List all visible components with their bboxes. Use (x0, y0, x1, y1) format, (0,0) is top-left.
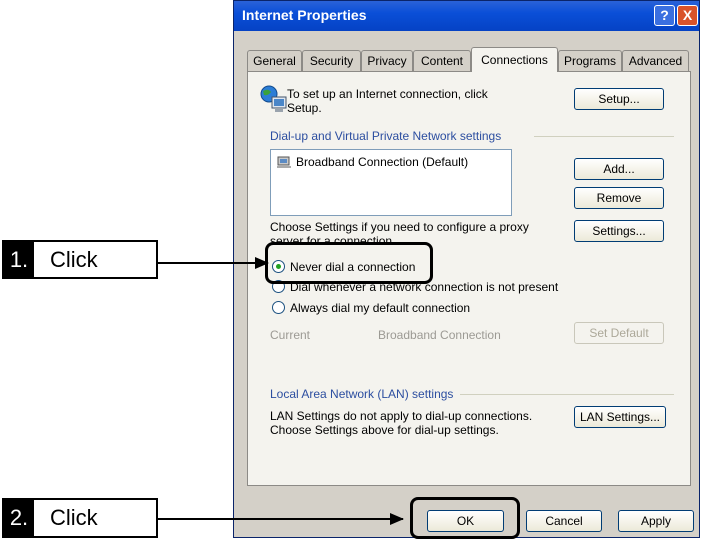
tab-connections[interactable]: Connections (471, 47, 558, 72)
highlight-ok-button (410, 497, 520, 539)
arrow-2-line (158, 518, 403, 520)
arrow-1-head (255, 257, 269, 269)
globe-computer-icon (259, 85, 289, 115)
proxy-text-line1: Choose Settings if you need to configure… (270, 220, 529, 234)
setup-button[interactable]: Setup... (574, 88, 664, 110)
setup-text-line2: Setup. (287, 101, 322, 115)
help-button[interactable]: ? (654, 5, 675, 26)
lan-text-line1: LAN Settings do not apply to dial-up con… (270, 409, 533, 423)
callout-step-1-number: 1. (4, 242, 34, 277)
radio-always-dial[interactable]: Always dial my default connection (272, 300, 532, 316)
tab-programs[interactable]: Programs (558, 50, 622, 71)
lan-text-line2: Choose Settings above for dial-up settin… (270, 423, 499, 437)
radio-always-dial-label: Always dial my default connection (290, 301, 471, 315)
callout-step-1-label: Click (50, 247, 98, 272)
arrow-2-head (390, 513, 404, 525)
broadband-connection-icon (276, 154, 292, 170)
current-label: Current (270, 328, 311, 342)
close-button[interactable]: X (677, 5, 698, 26)
radio-always-dial-button[interactable] (272, 301, 285, 314)
callout-step-1: 1. Click (2, 240, 158, 279)
lan-group-divider (460, 394, 674, 395)
tab-general[interactable]: General (247, 50, 302, 71)
lan-group-label: Local Area Network (LAN) settings (270, 387, 454, 401)
callout-step-2: 2. Click (2, 498, 158, 538)
settings-button[interactable]: Settings... (574, 220, 664, 242)
tab-security[interactable]: Security (302, 50, 361, 71)
tab-privacy[interactable]: Privacy (361, 50, 413, 71)
connections-listbox[interactable]: Broadband Connection (Default) (270, 149, 512, 216)
highlight-never-dial (265, 242, 433, 284)
callout-step-2-number: 2. (4, 500, 34, 536)
set-default-button[interactable]: Set Default (574, 322, 664, 344)
remove-button[interactable]: Remove (574, 187, 664, 209)
callout-step-2-label: Click (50, 505, 98, 530)
apply-button[interactable]: Apply (618, 510, 694, 532)
dialup-group-label: Dial-up and Virtual Private Network sett… (270, 129, 502, 143)
cancel-button[interactable]: Cancel (526, 510, 602, 532)
window-title: Internet Properties (242, 7, 367, 23)
arrow-1-stub (158, 262, 178, 264)
add-button[interactable]: Add... (574, 158, 664, 180)
tab-advanced[interactable]: Advanced (622, 50, 689, 71)
dialup-group-divider (534, 136, 674, 137)
title-bar[interactable]: Internet Properties ? X (234, 1, 699, 31)
current-connection-value: Broadband Connection (378, 328, 501, 342)
tab-content[interactable]: Content (413, 50, 471, 71)
lan-settings-button[interactable]: LAN Settings... (574, 406, 666, 428)
connection-name: Broadband Connection (Default) (296, 155, 469, 169)
setup-text-line1: To set up an Internet connection, click (287, 87, 488, 101)
